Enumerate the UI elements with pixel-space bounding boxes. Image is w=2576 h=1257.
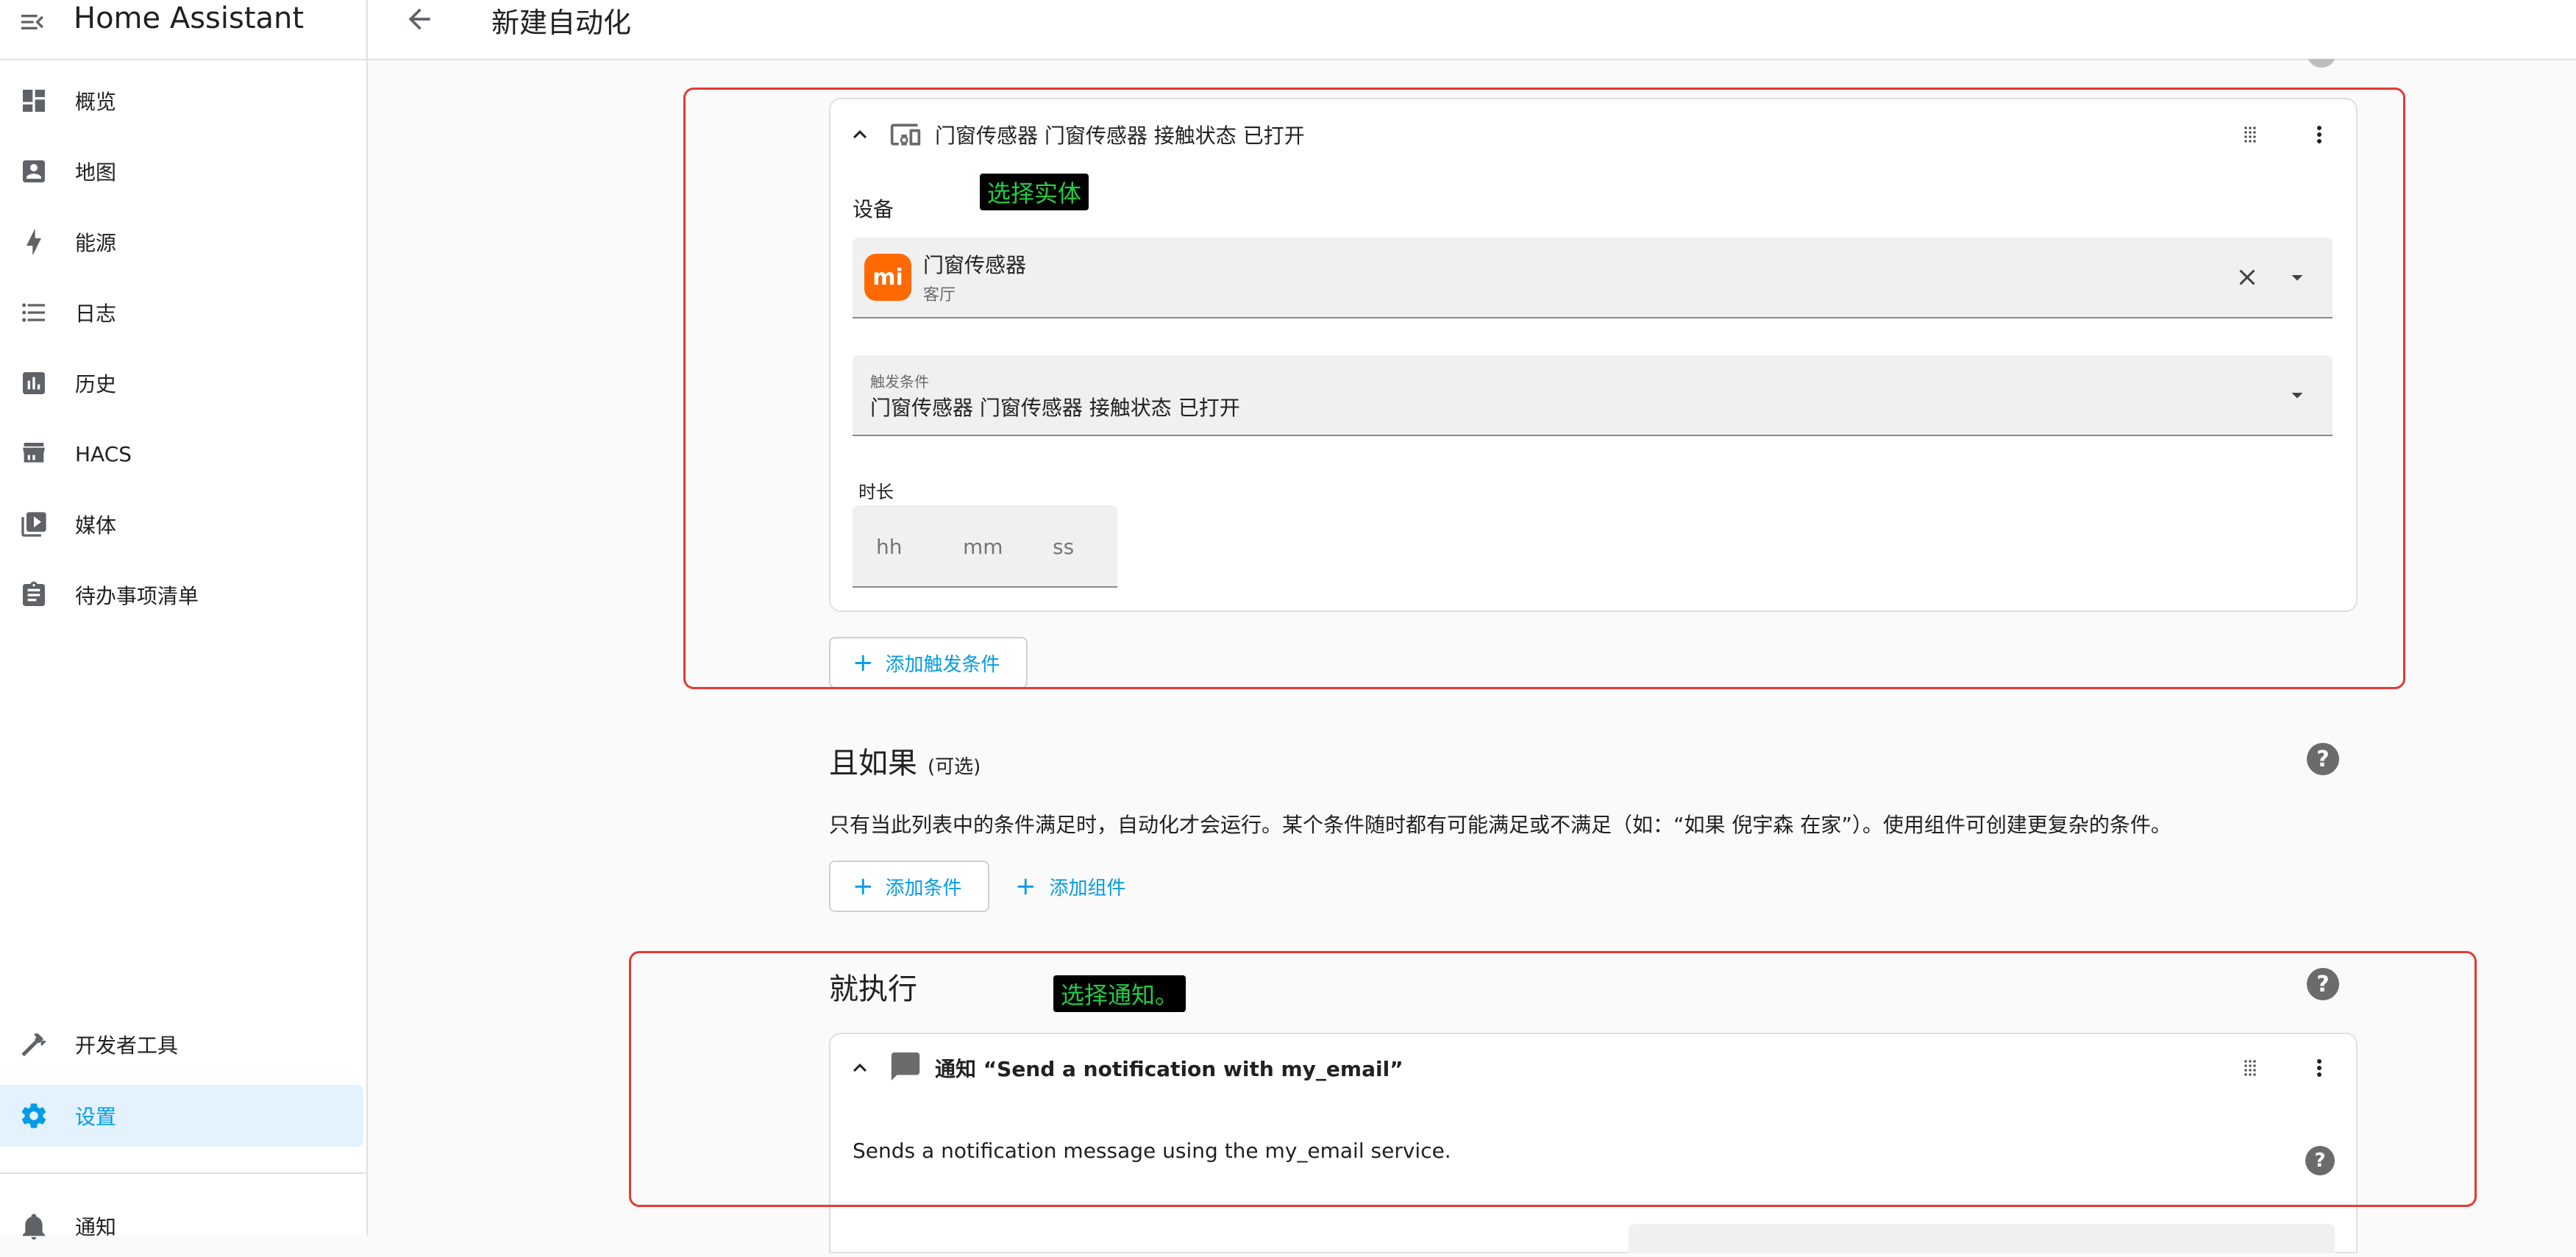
hours-input[interactable]: hh bbox=[876, 535, 903, 559]
back-arrow-icon[interactable] bbox=[403, 3, 438, 38]
lightning-bolt-icon bbox=[18, 226, 50, 258]
help-icon[interactable]: ? bbox=[2307, 743, 2339, 775]
trigger-title: 门窗传感器 门窗传感器 接触状态 已打开 bbox=[935, 124, 1305, 148]
clear-icon[interactable] bbox=[2232, 263, 2262, 292]
sidebar: Home Assistant 概览 地图 能源 日志 历史 HACS 媒体 待办… bbox=[0, 0, 368, 1240]
add-trigger-label: 添加触发条件 bbox=[885, 653, 1000, 676]
conditions-optional: (可选) bbox=[928, 756, 981, 778]
more-vert-icon[interactable] bbox=[2305, 120, 2334, 149]
add-building-block-label: 添加组件 bbox=[1049, 877, 1126, 900]
sidebar-item-label: 能源 bbox=[75, 231, 117, 255]
sidebar-item-notifications[interactable]: 通知 bbox=[0, 1195, 366, 1257]
dropdown-arrow-icon[interactable] bbox=[2283, 380, 2312, 410]
device-picker[interactable]: mi 门窗传感器 客厅 bbox=[853, 238, 2333, 318]
sidebar-item-todo[interactable]: 待办事项清单 bbox=[0, 564, 366, 626]
drag-handle-icon[interactable] bbox=[2235, 1053, 2265, 1083]
drag-handle-icon[interactable] bbox=[2235, 120, 2265, 149]
xiaomi-logo-icon: mi bbox=[864, 254, 911, 301]
add-building-block-button[interactable]: + 添加组件 bbox=[1015, 861, 1126, 912]
plus-icon: + bbox=[853, 872, 874, 901]
device-name: 门窗传感器 bbox=[923, 253, 1027, 277]
action-field-partial[interactable] bbox=[1629, 1224, 2335, 1253]
sidebar-item-label: 概览 bbox=[75, 90, 117, 114]
top-bar: 新建自动化 bbox=[368, 0, 2576, 60]
trigger-field-label: 触发条件 bbox=[870, 373, 929, 391]
page-title: 新建自动化 bbox=[491, 7, 632, 39]
chart-box-icon bbox=[18, 367, 50, 399]
sidebar-item-label: 通知 bbox=[75, 1215, 117, 1239]
duration-input[interactable]: hh mm ss bbox=[853, 505, 1117, 588]
device-label: 设备 bbox=[853, 197, 894, 221]
bell-icon bbox=[18, 1210, 50, 1242]
action-title: 通知 “Send a notification with my_email” bbox=[935, 1057, 1403, 1081]
sidebar-item-hacs[interactable]: HACS bbox=[0, 423, 366, 485]
sidebar-item-label: 设置 bbox=[75, 1105, 117, 1129]
sidebar-item-label: 地图 bbox=[75, 160, 117, 185]
sidebar-item-media[interactable]: 媒体 bbox=[0, 494, 366, 555]
action-card: 通知 “Send a notification with my_email” S… bbox=[829, 1033, 2358, 1253]
actions-title: 就执行 bbox=[829, 972, 917, 1006]
annotation-select-notify: 选择通知。 bbox=[1053, 975, 1186, 1012]
dropdown-arrow-icon[interactable] bbox=[2283, 263, 2312, 292]
minutes-input[interactable]: mm bbox=[963, 535, 1003, 559]
conditions-title: 且如果 bbox=[829, 747, 917, 780]
add-condition-label: 添加条件 bbox=[885, 877, 962, 900]
sidebar-item-history[interactable]: 历史 bbox=[0, 352, 366, 414]
device-area: 客厅 bbox=[923, 286, 956, 305]
help-icon[interactable]: ? bbox=[2305, 1146, 2335, 1175]
app-title: Home Assistant bbox=[74, 1, 305, 35]
sidebar-item-developer-tools[interactable]: 开发者工具 bbox=[0, 1014, 366, 1075]
action-description: Sends a notification message using the m… bbox=[853, 1139, 1451, 1163]
hacs-store-icon bbox=[18, 438, 50, 470]
add-trigger-button[interactable]: + 添加触发条件 bbox=[829, 637, 1028, 688]
help-icon[interactable]: ? bbox=[2307, 968, 2339, 1000]
dashboard-icon bbox=[18, 85, 50, 117]
format-list-icon bbox=[18, 296, 50, 329]
trigger-select[interactable]: 触发条件 门窗传感器 门窗传感器 接触状态 已打开 bbox=[853, 355, 2333, 436]
sidebar-item-settings[interactable]: 设置 bbox=[0, 1085, 363, 1147]
map-account-icon bbox=[18, 155, 50, 188]
chevron-up-icon[interactable] bbox=[845, 120, 875, 149]
duration-label: 时长 bbox=[858, 482, 894, 502]
chevron-up-icon[interactable] bbox=[845, 1053, 875, 1083]
sidebar-item-label: 历史 bbox=[75, 372, 117, 396]
sidebar-item-map[interactable]: 地图 bbox=[0, 140, 366, 202]
sidebar-item-label: 日志 bbox=[75, 302, 117, 326]
conditions-description: 只有当此列表中的条件满足时，自动化才会运行。某个条件随时都有可能满足或不满足（如… bbox=[829, 813, 2171, 837]
sidebar-item-energy[interactable]: 能源 bbox=[0, 211, 366, 273]
trigger-field-value: 门窗传感器 门窗传感器 接触状态 已打开 bbox=[870, 396, 1240, 420]
plus-icon: + bbox=[853, 648, 874, 677]
sidebar-item-label: 开发者工具 bbox=[75, 1033, 179, 1058]
clipboard-list-icon bbox=[18, 579, 50, 611]
message-icon bbox=[888, 1052, 923, 1081]
hammer-icon bbox=[18, 1028, 50, 1061]
plus-icon: + bbox=[1015, 872, 1036, 901]
sidebar-item-label: 媒体 bbox=[75, 513, 117, 538]
annotation-select-entity: 选择实体 bbox=[980, 174, 1089, 210]
menu-open-icon[interactable] bbox=[18, 7, 47, 37]
more-vert-icon[interactable] bbox=[2305, 1053, 2334, 1083]
sidebar-item-label: 待办事项清单 bbox=[75, 584, 199, 608]
sidebar-header: Home Assistant bbox=[0, 0, 366, 60]
add-condition-button[interactable]: + 添加条件 bbox=[829, 861, 989, 912]
sidebar-item-overview[interactable]: 概览 bbox=[0, 70, 366, 132]
sidebar-item-label: HACS bbox=[75, 441, 132, 466]
sidebar-item-logbook[interactable]: 日志 bbox=[0, 282, 366, 343]
cog-icon bbox=[18, 1100, 50, 1132]
play-box-multiple-icon bbox=[18, 508, 50, 541]
seconds-input[interactable]: ss bbox=[1053, 535, 1074, 559]
sidebar-divider bbox=[0, 1172, 366, 1174]
devices-icon bbox=[888, 120, 923, 149]
conditions-heading: 且如果 (可选) bbox=[829, 739, 981, 782]
